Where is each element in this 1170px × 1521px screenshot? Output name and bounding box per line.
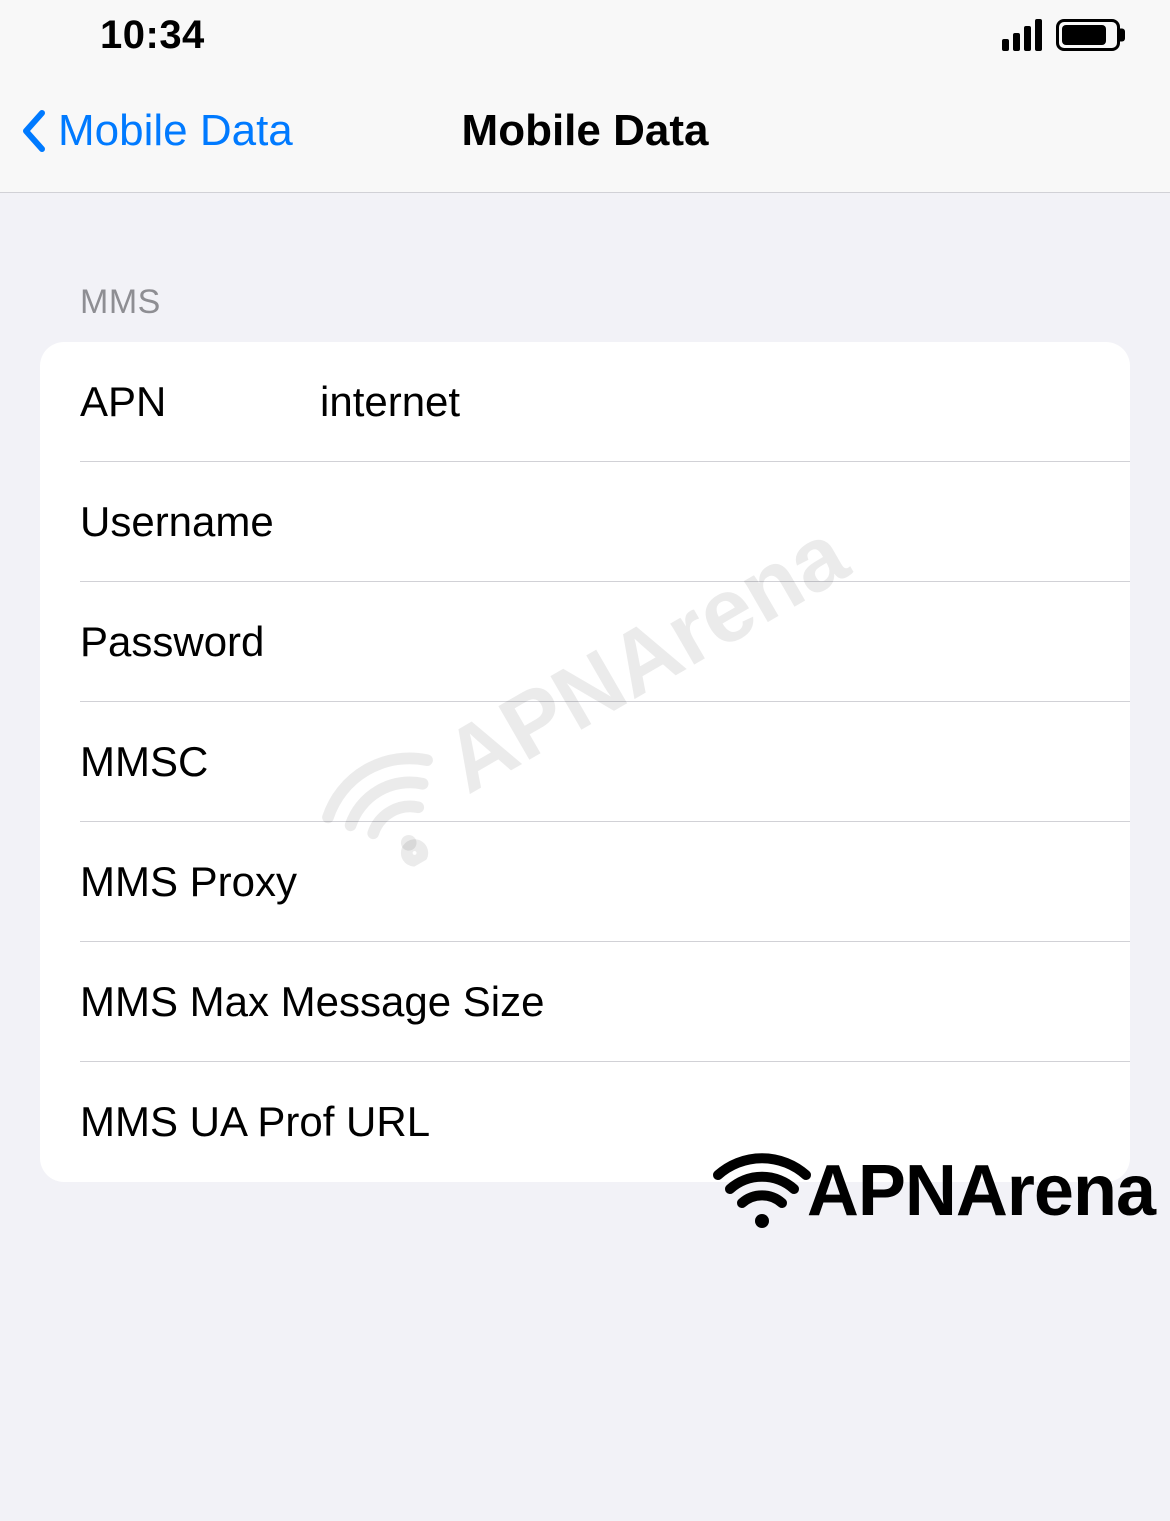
apn-input[interactable] xyxy=(320,378,1090,426)
mms-ua-prof-url-label: MMS UA Prof URL xyxy=(80,1098,430,1146)
chevron-left-icon xyxy=(20,109,46,153)
section-header-mms: MMS xyxy=(40,193,1130,342)
navigation-bar: Mobile Data Mobile Data xyxy=(0,70,1170,193)
mms-ua-prof-url-input[interactable] xyxy=(430,1098,1090,1146)
back-label: Mobile Data xyxy=(58,106,293,156)
password-input[interactable] xyxy=(320,618,1090,666)
page-title: Mobile Data xyxy=(462,106,709,156)
mms-max-size-input[interactable] xyxy=(544,978,1090,1026)
watermark-bottom-text: APNArena xyxy=(807,1150,1155,1232)
mms-proxy-input[interactable] xyxy=(297,858,1090,906)
password-label: Password xyxy=(80,618,320,666)
battery-icon xyxy=(1056,19,1120,51)
username-label: Username xyxy=(80,498,320,546)
username-input[interactable] xyxy=(320,498,1090,546)
cellular-signal-icon xyxy=(1002,19,1042,51)
apn-label: APN xyxy=(80,378,320,426)
mms-proxy-label: MMS Proxy xyxy=(80,858,297,906)
password-row[interactable]: Password xyxy=(40,582,1130,702)
back-button[interactable]: Mobile Data xyxy=(20,106,293,156)
mms-max-size-label: MMS Max Message Size xyxy=(80,978,544,1026)
mmsc-row[interactable]: MMSC xyxy=(40,702,1130,822)
mms-settings-group: APN Username Password MMSC MMS Proxy MMS… xyxy=(40,342,1130,1182)
status-indicators xyxy=(1002,19,1120,51)
username-row[interactable]: Username xyxy=(40,462,1130,582)
mmsc-label: MMSC xyxy=(80,738,320,786)
status-time: 10:34 xyxy=(100,13,205,58)
content-area: MMS APN Username Password MMSC MMS Proxy xyxy=(0,193,1170,1182)
wifi-icon xyxy=(712,1141,812,1241)
mms-max-size-row[interactable]: MMS Max Message Size xyxy=(40,942,1130,1062)
mmsc-input[interactable] xyxy=(320,738,1090,786)
apn-row[interactable]: APN xyxy=(40,342,1130,462)
watermark-bottom: APNArena xyxy=(712,1141,1155,1241)
status-bar: 10:34 xyxy=(0,0,1170,70)
mms-proxy-row[interactable]: MMS Proxy xyxy=(40,822,1130,942)
